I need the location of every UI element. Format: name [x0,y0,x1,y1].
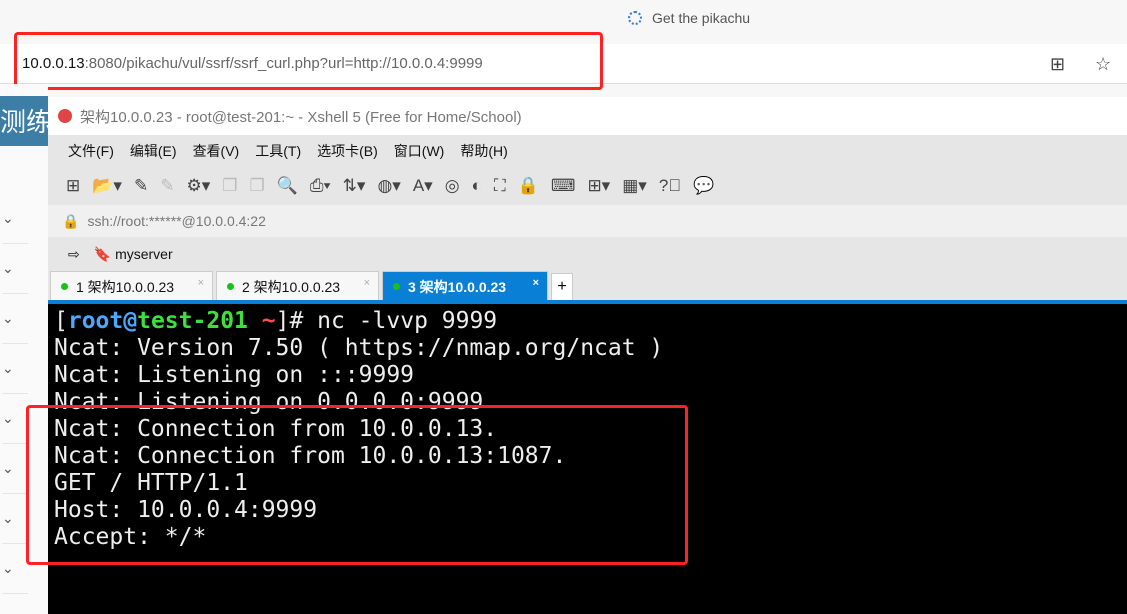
browser-tab[interactable]: Get the pikachu [628,10,750,26]
font-icon[interactable]: A▾ [413,176,433,196]
menu-file[interactable]: 文件(F) [68,141,114,161]
open-folder-icon[interactable]: 📂▾ [92,176,122,196]
help-icon[interactable]: ?⃝ [659,176,681,196]
menu-help[interactable]: 帮助(H) [460,141,507,161]
connected-dot-icon [227,283,234,290]
close-icon[interactable]: × [198,277,204,289]
prompt-end: ]# [275,308,318,334]
add-link-icon[interactable]: ⇨ [68,246,80,263]
xshell-logo-icon [58,109,72,123]
chevron-down-icon[interactable]: ⌄ [2,344,28,394]
window-title: 架构10.0.0.23 - root@test-201:~ - Xshell 5… [80,108,522,126]
paste-icon[interactable]: ❐ [249,176,264,196]
loading-spinner-icon [628,11,642,25]
new-tab-icon[interactable]: ⊞▾ [587,176,610,196]
properties-icon[interactable]: ⚙▾ [186,176,210,196]
prompt-bracket: [ [54,308,68,334]
favorite-myserver[interactable]: 🔖 myserver [94,246,173,263]
close-icon[interactable]: × [533,277,539,289]
tab-label: 1 架构10.0.0.23 [76,278,175,295]
window-title-bar: 架构10.0.0.23 - root@test-201:~ - Xshell 5… [48,97,1127,135]
layout-icon[interactable]: ▦▾ [622,176,647,196]
chevron-down-icon[interactable]: ⌄ [2,544,28,594]
disconnect-icon[interactable]: ✎ [160,176,174,196]
chevron-down-icon[interactable]: ⌄ [2,194,28,244]
chevron-down-icon[interactable]: ⌄ [2,244,28,294]
toolbar: ⊞ 📂▾ ✎ ✎ ⚙▾ ❐ ❐ 🔍 ⎙▾ ⇅▾ ◍▾ A▾ ◎ ◐ ⛶ 🔒 ⌨ … [48,167,1127,205]
session-address: ssh://root:******@10.0.0.4:22 [87,213,266,229]
chat-icon[interactable]: 💬 [693,176,714,196]
prompt-at: @ [123,308,138,334]
xshell-icon[interactable]: ◎ [445,176,460,196]
fullscreen-icon[interactable]: ⛶ [494,176,506,196]
output-line: Ncat: Version 7.50 ( https://nmap.org/nc… [54,335,664,361]
menu-tools[interactable]: 工具(T) [255,141,301,161]
prompt-path: ~ [247,308,276,334]
highlight-box-url [14,32,603,90]
chevron-down-icon[interactable]: ⌄ [2,294,28,344]
xftp-icon[interactable]: ◐ [472,176,482,196]
prompt-user: root [67,308,124,334]
print-icon[interactable]: ⎙▾ [310,176,331,196]
page-banner: 测练习 [0,96,48,146]
connected-dot-icon [393,283,400,290]
prompt-line: [root@test-201 ~]# nc -lvvp 9999 [54,308,1127,335]
tab-label: 2 架构10.0.0.23 [242,278,341,295]
copy-icon[interactable]: ❐ [222,176,237,196]
output-line: Ncat: Listening on :::9999 [54,362,415,388]
tab-label: 3 架构10.0.0.23 [408,278,507,295]
session-tab-1[interactable]: 1 架构10.0.0.23 × [50,271,213,301]
session-tab-3[interactable]: 3 架构10.0.0.23 × [382,271,548,301]
close-icon[interactable]: × [364,277,370,289]
session-tabs: 1 架构10.0.0.23 × 2 架构10.0.0.23 × 3 架构10.0.0… [48,271,1127,301]
transfer-icon[interactable]: ⇅▾ [343,176,366,196]
menu-window[interactable]: 窗口(W) [394,141,445,161]
menu-view[interactable]: 查看(V) [193,141,240,161]
favorite-label: myserver [115,245,173,262]
links-bar: ⇨ 🔖 myserver [48,237,1127,271]
new-tab-button[interactable]: + [551,273,573,301]
session-address-bar[interactable]: 🔒 ssh://root:******@10.0.0.4:22 [48,205,1127,237]
connect-icon[interactable]: ✎ [134,176,148,196]
chevron-down-icon[interactable]: ⌄ [2,494,28,544]
menu-tabs[interactable]: 选项卡(B) [317,141,378,161]
new-session-icon[interactable]: ⊞ [66,176,80,196]
menu-edit[interactable]: 编辑(E) [130,141,177,161]
menu-bar: 文件(F) 编辑(E) 查看(V) 工具(T) 选项卡(B) 窗口(W) 帮助(… [48,135,1127,167]
chevron-down-icon[interactable]: ⌄ [2,394,28,444]
apps-icon[interactable]: ⊞ [1050,54,1065,75]
command: nc -lvvp 9999 [317,308,498,334]
globe-icon[interactable]: ◍▾ [377,176,400,196]
highlight-box-request [26,405,688,565]
lock-icon: 🔒 [62,212,80,229]
prompt-host: test-201 [137,308,248,334]
lock-icon[interactable]: 🔒 [518,176,539,196]
favorite-star-icon[interactable]: ☆ [1095,54,1111,75]
session-tab-2[interactable]: 2 架构10.0.0.23 × [216,271,379,301]
chevron-down-icon[interactable]: ⌄ [2,444,28,494]
bookmark-icon: 🔖 [93,245,112,262]
tab-title: Get the pikachu [652,10,751,26]
connected-dot-icon [61,283,68,290]
keyboard-icon[interactable]: ⌨ [551,176,576,196]
find-icon[interactable]: 🔍 [277,176,298,196]
